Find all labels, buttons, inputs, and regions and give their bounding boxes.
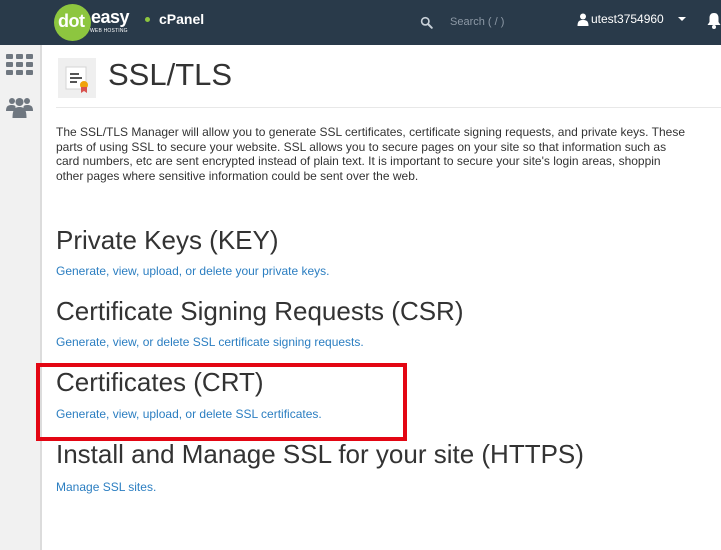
- page-description: The SSL/TLS Manager will allow you to ge…: [56, 125, 721, 183]
- logo-subtitle: WEB HOSTING: [90, 28, 128, 34]
- description-line: card numbers, etc are sent encrypted ins…: [56, 154, 661, 168]
- users-icon[interactable]: [6, 96, 33, 120]
- search-box[interactable]: [420, 10, 550, 34]
- logo-easy-text: easy: [91, 7, 130, 27]
- separator-dot: [145, 17, 150, 22]
- description-line: The SSL/TLS Manager will allow you to ge…: [56, 125, 685, 139]
- description-line: other pages where sensitive information …: [56, 168, 419, 183]
- manage-ssl-link[interactable]: Manage SSL sites.: [56, 480, 156, 494]
- username-label: utest3754960: [591, 12, 664, 26]
- page-title: SSL/TLS: [108, 57, 233, 92]
- search-icon: [420, 16, 433, 29]
- bell-icon[interactable]: [706, 12, 721, 30]
- logo-dot-text: dot: [58, 11, 85, 31]
- install-ssl-title: Install and Manage SSL for your site (HT…: [56, 439, 584, 469]
- chevron-down-icon: [677, 17, 686, 21]
- csr-link[interactable]: Generate, view, or delete SSL certificat…: [56, 335, 364, 349]
- user-icon: [577, 13, 589, 26]
- dot-logo-circle[interactable]: dot: [54, 4, 91, 41]
- top-navbar: dot easy WEB HOSTING cPanel utest3754960: [0, 0, 721, 45]
- apps-grid-icon[interactable]: [6, 53, 33, 77]
- private-keys-link[interactable]: Generate, view, upload, or delete your p…: [56, 264, 330, 278]
- highlight-box: [36, 363, 407, 441]
- private-keys-title: Private Keys (KEY): [56, 225, 279, 255]
- description-line: parts of using SSL to secure your websit…: [56, 139, 667, 154]
- certificate-icon: [58, 58, 96, 98]
- product-name[interactable]: cPanel: [159, 11, 204, 27]
- title-divider: [56, 107, 721, 108]
- sidebar: [0, 45, 42, 550]
- csr-title: Certificate Signing Requests (CSR): [56, 296, 464, 326]
- search-input[interactable]: [450, 16, 540, 28]
- user-menu[interactable]: utest3754960: [577, 12, 686, 26]
